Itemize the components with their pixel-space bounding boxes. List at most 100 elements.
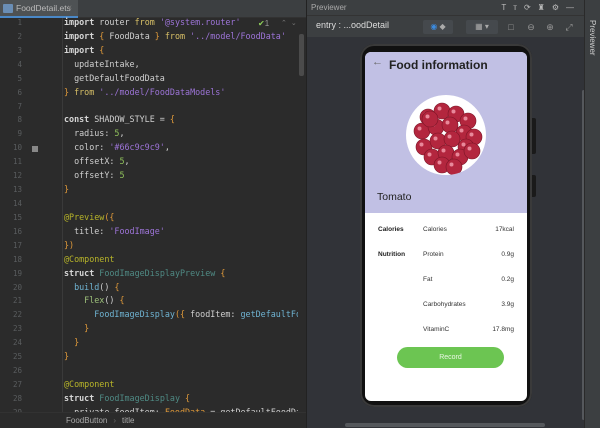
previewer-header: Previewer Tт⟳♜⚙— bbox=[307, 0, 585, 15]
code-token: , bbox=[124, 156, 130, 167]
code-token: from bbox=[134, 17, 155, 27]
code-text: } bbox=[64, 322, 89, 336]
nutrition-row: Nutrition Protein 0.9g bbox=[365, 251, 527, 263]
code-line: 17}) bbox=[0, 239, 298, 253]
code-text: Flex() { bbox=[64, 294, 124, 308]
food-header: ← Food information Tomato bbox=[365, 52, 527, 213]
berry-highlight bbox=[469, 132, 474, 137]
code-token: FoodData bbox=[104, 30, 155, 41]
breadcrumb-item[interactable]: FoodButton bbox=[66, 416, 107, 425]
code-token: color: bbox=[64, 142, 110, 153]
device-select[interactable]: ▦ ▾ bbox=[466, 20, 498, 34]
editor-scrollbar[interactable] bbox=[299, 34, 304, 76]
code-text: offsetY: 5 bbox=[64, 169, 125, 183]
code-line: 20 build() { bbox=[0, 281, 298, 295]
berry bbox=[463, 142, 481, 160]
code-token: { bbox=[114, 281, 120, 292]
gear-icon[interactable]: ⚙ bbox=[552, 3, 566, 12]
device-power-button bbox=[532, 175, 536, 197]
frame-icon[interactable]: □ bbox=[505, 20, 517, 34]
berry bbox=[421, 110, 439, 128]
line-number: 4 bbox=[17, 59, 22, 69]
fit-icon[interactable]: ⤢ bbox=[563, 20, 575, 34]
nutrition-row: Carbohydrates 3.9g bbox=[365, 301, 527, 313]
code-token: , bbox=[164, 142, 170, 153]
code-text: @Preview({ bbox=[64, 211, 114, 225]
inspector-toggle[interactable]: ◉ ◆ bbox=[423, 20, 453, 34]
line-number: 24 bbox=[12, 338, 22, 348]
code-text: struct FoodImageDisplayPreview { bbox=[64, 267, 225, 281]
code-token: ({ bbox=[104, 211, 115, 222]
code-editor[interactable]: FoodDetail.ets × 1 import router from '@s… bbox=[0, 0, 306, 428]
line-number: 13 bbox=[12, 185, 22, 195]
code-text: getDefaultFoodData bbox=[64, 72, 165, 86]
line-number: 21 bbox=[12, 296, 22, 306]
code-line: 2 import { FoodData } from '../model/Food… bbox=[0, 30, 298, 44]
zoom-in-icon[interactable]: ⊕ bbox=[544, 20, 556, 34]
back-arrow-icon[interactable]: ← bbox=[372, 56, 383, 68]
inspection-nav-icons[interactable]: ⌃⌄ bbox=[281, 19, 301, 27]
trophy-icon[interactable]: ♜ bbox=[538, 3, 552, 12]
code-token: FoodImageDisplay bbox=[94, 392, 180, 403]
berry-highlight bbox=[461, 142, 466, 147]
code-token: 5 bbox=[119, 170, 125, 181]
code-text: } bbox=[64, 183, 69, 197]
code-text: FoodImageDisplay({ foodItem: getDefaultF… bbox=[64, 308, 298, 322]
nutrient-value: 17kcal bbox=[495, 226, 514, 233]
berry-highlight bbox=[467, 146, 472, 151]
berry-highlight bbox=[433, 136, 438, 141]
code-line: 12 offsetY: 5 bbox=[0, 169, 298, 183]
code-token: struct bbox=[64, 267, 95, 278]
food-name: Tomato bbox=[377, 191, 412, 203]
berry-highlight bbox=[437, 160, 442, 165]
tab-label: FoodDetail.ets bbox=[16, 3, 71, 13]
code-area[interactable]: 1 import router from '@system.router' 2 imp… bbox=[0, 16, 298, 414]
line-number: 5 bbox=[17, 73, 22, 83]
page-title: Food information bbox=[389, 58, 488, 72]
nutrient-value: 0.2g bbox=[501, 276, 514, 283]
berry-highlight bbox=[417, 126, 422, 131]
previewer-side-tab[interactable]: Previewer bbox=[588, 20, 597, 56]
line-number: 2 bbox=[17, 31, 22, 41]
panel-title: Previewer bbox=[311, 3, 347, 12]
grid-icon: ▦ bbox=[475, 22, 483, 31]
record-button[interactable]: Record bbox=[397, 347, 504, 368]
line-number: 25 bbox=[12, 352, 22, 362]
font-size-icon[interactable]: Tт bbox=[501, 3, 524, 12]
code-token: Flex bbox=[64, 295, 105, 306]
code-line: 28 struct FoodImageDisplay { bbox=[0, 392, 298, 406]
code-token: radius: bbox=[64, 128, 115, 139]
line-number: 27 bbox=[12, 379, 22, 389]
code-line: 14 bbox=[0, 197, 298, 211]
code-line: 23 } bbox=[0, 322, 298, 336]
code-token: import bbox=[64, 44, 95, 55]
inspection-status[interactable]: ✔1 bbox=[258, 19, 269, 28]
berry-highlight bbox=[449, 162, 454, 167]
previewer-horizontal-scrollbar[interactable] bbox=[345, 423, 545, 427]
minimize-icon[interactable]: — bbox=[566, 3, 581, 12]
preview-target[interactable]: entry : ...oodDetail bbox=[316, 20, 389, 30]
code-token: offsetY: bbox=[64, 170, 120, 181]
code-text: @Component bbox=[64, 253, 114, 267]
inspect-icon[interactable]: ◉ bbox=[430, 22, 437, 31]
berry-highlight bbox=[419, 142, 424, 147]
code-token: } bbox=[64, 337, 80, 348]
code-token: } bbox=[64, 351, 70, 362]
nutrient-value: 17.8mg bbox=[492, 326, 514, 333]
code-token: SHADOW_STYLE = bbox=[89, 114, 170, 125]
code-token: struct bbox=[64, 392, 95, 403]
close-tab-icon[interactable]: × bbox=[67, 0, 72, 16]
code-token: @Component bbox=[64, 378, 115, 389]
color-swatch-icon[interactable] bbox=[32, 146, 38, 152]
line-number: 3 bbox=[17, 45, 22, 55]
zoom-out-icon[interactable]: ⊖ bbox=[525, 20, 537, 34]
code-token: foodItem: bbox=[185, 309, 241, 320]
code-text: radius: 5, bbox=[64, 127, 124, 141]
refresh-icon[interactable]: ⟳ bbox=[524, 3, 538, 12]
code-text: } bbox=[64, 350, 69, 364]
layers-icon[interactable]: ◆ bbox=[440, 22, 446, 31]
breadcrumb-item[interactable]: title bbox=[122, 416, 134, 425]
berry bbox=[445, 158, 463, 175]
chevron-right-icon: › bbox=[113, 416, 117, 425]
line-number: 20 bbox=[12, 282, 22, 292]
